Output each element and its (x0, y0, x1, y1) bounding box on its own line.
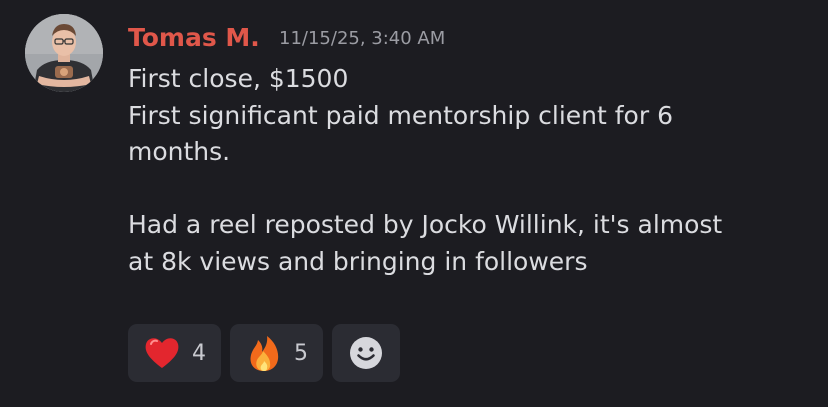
avatar[interactable] (25, 14, 103, 92)
fire-icon (250, 336, 279, 371)
red-heart-icon (145, 338, 179, 368)
message-line: at 8k views and bringing in followers (128, 246, 588, 276)
message-line: First significant paid mentorship client… (128, 100, 673, 130)
smiley-face-icon (350, 337, 382, 369)
chat-message: Tomas M. 11/15/25, 3:40 AM First close, … (0, 0, 828, 407)
avatar-image (25, 14, 103, 92)
reaction-fire-button[interactable]: 5 (230, 324, 323, 382)
reaction-count: 5 (294, 340, 308, 366)
reaction-heart-button[interactable]: 4 (128, 324, 221, 382)
reaction-count: 4 (192, 340, 206, 366)
reaction-bar: 4 5 (128, 324, 400, 382)
message-line: Had a reel reposted by Jocko Willink, it… (128, 210, 723, 239)
add-reaction-button[interactable] (332, 324, 400, 382)
message-line: First close, $1500 (128, 64, 349, 93)
message-line: months. (128, 137, 231, 166)
message-author[interactable]: Tomas M. (128, 21, 260, 55)
message-timestamp: 11/15/25, 3:40 AM (279, 28, 446, 49)
message-content: First close, $1500 First significant pai… (128, 61, 808, 280)
